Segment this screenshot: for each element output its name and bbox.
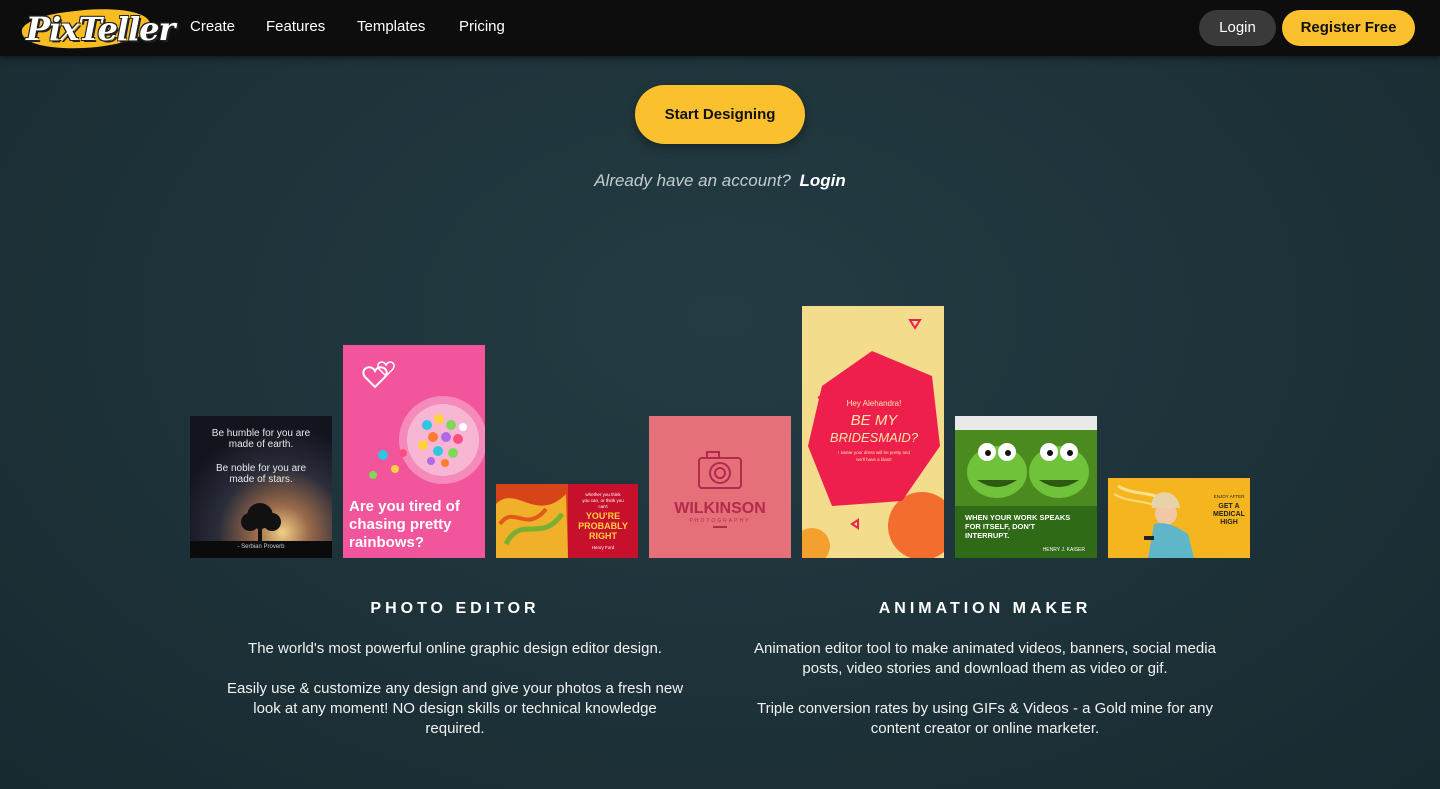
woman-headphones-image: ENJOY AFTER GET A MEDICAL HIGH [1108, 478, 1250, 558]
register-free-button[interactable]: Register Free [1282, 10, 1415, 46]
card1-line-1: Be humble for you are [212, 428, 311, 439]
already-have-account-text: Already have an account? Login [0, 171, 1440, 191]
card7-line-3: MEDICAL [1213, 511, 1246, 518]
frog-puppets-image: WHEN YOUR WORK SPEAKS FOR ITSELF, DON'T … [955, 416, 1097, 558]
login-link[interactable]: Login [800, 171, 846, 190]
wilkinson-logo-image: WILKINSON PHOTOGRAPHY [649, 416, 791, 558]
template-card-wilkinson[interactable]: WILKINSON PHOTOGRAPHY [649, 416, 791, 558]
animation-maker-p2-line1: Triple conversion rates by using GIFs & … [756, 700, 1214, 717]
card3-credit: Henry Ford [592, 545, 615, 550]
photo-editor-p2-line1: Easily use & customize any design and gi… [226, 680, 684, 697]
animation-maker-title: ANIMATION MAKER [878, 600, 1092, 617]
animation-maker-p2-line2: content creator or online marketer. [870, 720, 1100, 737]
candy-bowl-image: Are you tired of chasing pretty rainbows… [343, 345, 485, 558]
template-card-candy-rainbows[interactable]: Are you tired of chasing pretty rainbows… [343, 345, 485, 558]
card5-small-1: I swear your dress will be pretty and [838, 450, 910, 455]
starry-night-image: Be humble for you are made of earth. Be … [190, 416, 332, 558]
nav-templates[interactable]: Templates [357, 18, 425, 35]
card7-line-4: HIGH [1220, 519, 1238, 526]
card6-credit: HENRY J. KAISER [1043, 547, 1086, 553]
template-card-probably-right[interactable]: whether you think you can, or think you … [496, 484, 638, 558]
photo-editor-p2-line3: required. [425, 720, 485, 737]
card4-brand: WILKINSON [674, 500, 766, 517]
template-card-bridesmaid[interactable]: Hey Alehandra! BE MY BRIDESMAID? I swear… [802, 306, 944, 558]
card7-line-2: GET A [1218, 503, 1239, 510]
card3-small-1: whether you think [585, 492, 621, 497]
card2-line-3: rainbows? [349, 534, 424, 551]
card5-big-2: BRIDESMAID? [830, 430, 919, 445]
card1-credit: - Serbian Proverb [237, 544, 285, 550]
nav-pricing[interactable]: Pricing [459, 18, 505, 35]
template-card-medical-high[interactable]: ENJOY AFTER GET A MEDICAL HIGH [1108, 478, 1250, 558]
template-card-starry-quote[interactable]: Be humble for you are made of earth. Be … [190, 416, 332, 558]
card1-line-4: made of stars. [229, 474, 292, 485]
nav-features[interactable]: Features [266, 18, 325, 35]
logo-text: PixTeller [26, 10, 175, 48]
card3-big-2: PROBABLY [578, 521, 628, 531]
pixteller-logo[interactable]: PixTeller [18, 3, 175, 56]
card4-sub: PHOTOGRAPHY [690, 518, 751, 524]
card5-greeting: Hey Alehandra! [847, 399, 902, 408]
bridesmaid-card-image: Hey Alehandra! BE MY BRIDESMAID? I swear… [802, 306, 944, 558]
card6-line-2: FOR ITSELF, DON'T [965, 522, 1036, 531]
card5-small-2: we'll have a blast! [856, 457, 891, 462]
card3-big-1: YOU'RE [586, 511, 620, 521]
nav-create[interactable]: Create [190, 18, 235, 35]
photo-editor-p2-line2: look at any moment! NO design skills or … [253, 700, 657, 717]
card3-big-3: RIGHT [589, 531, 618, 541]
top-navigation-bar: PixTeller Create Features Templates Pric… [0, 0, 1440, 56]
card6-line-1: WHEN YOUR WORK SPEAKS [965, 513, 1070, 522]
photo-editor-title: PHOTO EDITOR [370, 600, 540, 617]
card3-small-2: you can, or think you [582, 498, 624, 503]
already-account-label: Already have an account? [594, 171, 791, 190]
card1-line-3: Be noble for you are [216, 463, 306, 474]
card5-big-1: BE MY [851, 412, 899, 429]
animation-maker-p1-line1: Animation editor tool to make animated v… [754, 640, 1216, 657]
card3-small-3: can't [598, 504, 608, 509]
photo-editor-description: The world's most powerful online graphic… [205, 639, 705, 739]
card1-line-2: made of earth. [229, 439, 293, 450]
card6-line-3: INTERRUPT. [965, 531, 1009, 540]
login-button[interactable]: Login [1199, 10, 1276, 46]
abstract-paint-image: whether you think you can, or think you … [496, 484, 638, 558]
animation-maker-p1-line2: posts, video stories and download them a… [802, 660, 1168, 677]
start-designing-button[interactable]: Start Designing [635, 85, 805, 144]
animation-maker-description: Animation editor tool to make animated v… [735, 639, 1235, 739]
card2-line-2: chasing pretty [349, 516, 452, 533]
photo-editor-p1: The world's most powerful online graphic… [248, 640, 662, 657]
card2-line-1: Are you tired of [349, 498, 461, 515]
template-card-work-speaks[interactable]: WHEN YOUR WORK SPEAKS FOR ITSELF, DON'T … [955, 416, 1097, 558]
card7-line-1: ENJOY AFTER [1214, 494, 1245, 499]
